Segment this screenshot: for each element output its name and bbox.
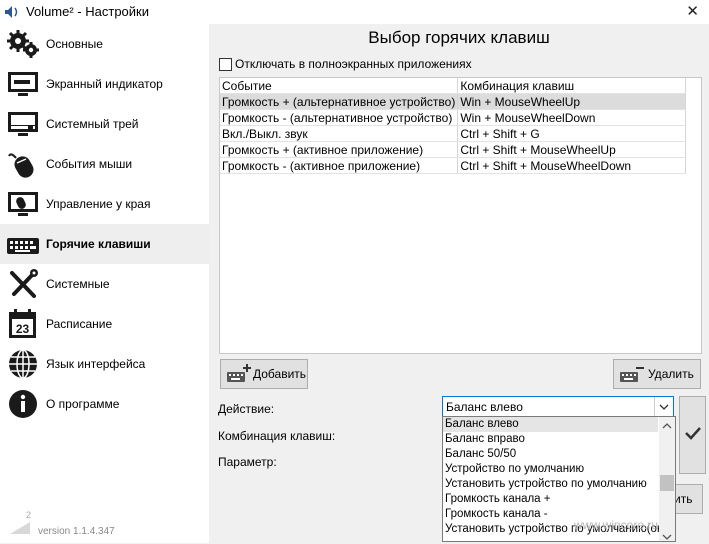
table-row[interactable]: Громкость - (активное приложение) Ctrl +…	[220, 157, 686, 174]
table-row[interactable]: Вкл./Выкл. звук Ctrl + Shift + G	[220, 125, 686, 142]
dropdown-option-label: Баланс вправо	[445, 433, 525, 445]
checkbox-label: Отключать в полноэкранных приложениях	[235, 57, 472, 71]
table-header: Событие Комбинация клавиш	[220, 78, 686, 94]
cell-combo: Win + MouseWheelDown	[457, 109, 686, 126]
table-row[interactable]: Громкость - (альтернативное устройство) …	[220, 109, 686, 126]
dropdown-option-label: Баланс влево	[445, 418, 519, 430]
cell-combo: Ctrl + Shift + G	[457, 125, 686, 142]
dropdown-option-label: Громкость канала +	[445, 493, 551, 505]
cell-combo: Ctrl + Shift + MouseWheelDown	[457, 157, 686, 174]
scroll-down-icon[interactable]	[662, 530, 672, 541]
checkbox-box[interactable]	[219, 58, 232, 71]
column-header-event[interactable]: Событие	[220, 78, 459, 94]
dropdown-option[interactable]: Баланс вправо	[443, 432, 658, 447]
page-title: Выбор горячих клавиш	[368, 28, 550, 47]
dropdown-option-label: Громкость канала -	[445, 508, 548, 520]
close-icon[interactable]: ✕	[686, 2, 699, 20]
sidebar-item-label: Расписание	[46, 317, 113, 331]
dropdown-option[interactable]: Громкость канала +	[443, 492, 658, 507]
cell-event: Громкость + (альтернативное устройство)	[220, 93, 459, 110]
monitor-icon	[6, 68, 40, 100]
dropdown-option[interactable]: Баланс влево	[443, 417, 658, 432]
cell-combo: Ctrl + Shift + MouseWheelUp	[457, 141, 686, 158]
version-text: version 1.1.4.347	[38, 526, 115, 537]
cell-event: Громкость - (активное приложение)	[220, 157, 459, 174]
action-select-value: Баланс влево	[446, 400, 523, 414]
tools-icon	[6, 268, 40, 300]
calendar-icon: 23	[6, 308, 40, 340]
cell-combo: Win + MouseWheelUp	[457, 93, 686, 110]
keyboard-icon	[6, 228, 40, 260]
dropdown-option-label: Баланс 50/50	[445, 448, 517, 460]
dropdown-option[interactable]: Баланс 50/50	[443, 447, 658, 462]
add-button-label: Добавить	[253, 367, 307, 381]
hotkey-combo-label: Комбинация клавиш:	[218, 429, 336, 443]
version-info: 2 version 1.1.4.347	[8, 510, 208, 544]
scroll-up-icon[interactable]	[662, 419, 672, 433]
sidebar-item-label: Горячие клавиши	[46, 237, 151, 251]
table-row[interactable]: Громкость + (альтернативное устройство) …	[220, 93, 686, 110]
version-logo-mark: 2	[26, 510, 32, 520]
title-bar: Volume² - Настройки ✕	[0, 0, 709, 24]
sidebar-item-general[interactable]: Основные	[0, 24, 209, 64]
screen-edge-icon	[6, 188, 40, 220]
gears-icon	[6, 28, 40, 60]
sidebar-item-label: События мыши	[46, 157, 133, 171]
parameter-label: Параметр:	[218, 455, 277, 469]
sidebar-item-schedule[interactable]: 23 Расписание	[0, 304, 209, 344]
version-logo: 2	[8, 510, 34, 539]
sidebar-item-label: Системный трей	[46, 117, 139, 131]
action-select[interactable]: Баланс влево	[442, 396, 674, 418]
sidebar-item-label: Системные	[46, 277, 110, 291]
calendar-day-number: 23	[16, 322, 30, 336]
keyboard-add-icon	[226, 363, 252, 388]
checkmark-icon	[684, 425, 702, 444]
scroll-thumb[interactable]	[660, 475, 674, 491]
speaker-app-icon	[4, 5, 20, 22]
sidebar-item-osd[interactable]: Экранный индикатор	[0, 64, 209, 104]
delete-button[interactable]: Удалить	[613, 359, 701, 389]
tray-icon	[6, 108, 40, 140]
table-row[interactable]: Громкость + (активное приложение) Ctrl +…	[220, 141, 686, 158]
dropdown-option[interactable]: Установить устройство по умолчанию	[443, 477, 658, 492]
sidebar-item-label: Экранный индикатор	[46, 77, 163, 91]
delete-button-label: Удалить	[648, 367, 694, 381]
sidebar-item-language[interactable]: Язык интерфейса	[0, 344, 209, 384]
sidebar-item-label: Язык интерфейса	[46, 357, 146, 371]
globe-icon	[6, 348, 40, 380]
sidebar-item-label: О программе	[46, 397, 120, 411]
info-icon	[6, 388, 40, 420]
hotkeys-table[interactable]: Событие Комбинация клавиш Громкость + (а…	[219, 77, 702, 354]
add-button[interactable]: Добавить	[220, 359, 308, 389]
sidebar-item-about[interactable]: О программе	[0, 384, 209, 424]
watermark: www.wincore.ru	[574, 518, 659, 532]
sidebar-item-label: Основные	[46, 37, 103, 51]
chevron-down-icon[interactable]	[654, 397, 673, 417]
apply-button[interactable]	[679, 396, 706, 474]
main-panel: Выбор горячих клавиш Отключать в полноэк…	[209, 24, 709, 543]
cell-event: Громкость + (активное приложение)	[220, 141, 459, 158]
mouse-icon	[6, 148, 40, 180]
cell-event: Вкл./Выкл. звук	[220, 125, 459, 142]
sidebar-item-label: Управление у края	[46, 197, 151, 211]
sidebar-item-screen-edge[interactable]: Управление у края	[0, 184, 209, 224]
sidebar-item-system[interactable]: Системные	[0, 264, 209, 304]
dropdown-option[interactable]: Устройство по умолчанию	[443, 462, 658, 477]
cell-event: Громкость - (альтернативное устройство)	[220, 109, 459, 126]
column-header-combo[interactable]: Комбинация клавиш	[457, 78, 686, 94]
sidebar: Основные Экранный индикатор Системный тр…	[0, 24, 209, 543]
dropdown-option-label: Устройство по умолчанию	[445, 463, 585, 475]
keyboard-remove-icon	[619, 363, 645, 388]
sidebar-item-hotkeys[interactable]: Горячие клавиши	[0, 224, 209, 264]
sidebar-item-mouse-events[interactable]: События мыши	[0, 144, 209, 184]
dropdown-scrollbar[interactable]	[659, 417, 675, 541]
dropdown-option-label: Установить устройство по умолчанию	[445, 478, 647, 490]
action-label: Действие:	[218, 402, 275, 416]
sidebar-item-tray[interactable]: Системный трей	[0, 104, 209, 144]
partially-hidden-button-label: ить	[674, 492, 693, 506]
window-title: Volume² - Настройки	[26, 4, 149, 19]
